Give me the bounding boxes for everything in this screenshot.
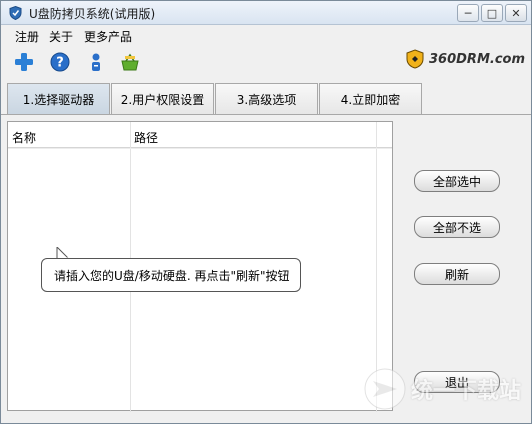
close-button[interactable]: ✕ <box>505 4 527 22</box>
menu-bar: 注册 关于 更多产品 <box>1 25 531 45</box>
watermark: 统一下载站 <box>363 367 521 411</box>
minimize-button[interactable]: ─ <box>457 4 479 22</box>
shield-icon <box>9 6 22 20</box>
basket-icon[interactable] <box>119 51 141 73</box>
select-all-button[interactable]: 全部选中 <box>414 170 500 192</box>
tab-label: 3.高级选项 <box>236 93 297 107</box>
row-separator <box>8 148 392 149</box>
button-label: 刷新 <box>444 267 469 282</box>
select-none-button[interactable]: 全部不选 <box>414 216 500 238</box>
brand-logo: 360DRM.com <box>405 49 525 69</box>
close-icon: ✕ <box>511 6 521 20</box>
watermark-text: 统一下载站 <box>410 379 521 404</box>
tab-user-permissions[interactable]: 2.用户权限设置 <box>111 83 214 115</box>
user-icon[interactable] <box>85 51 107 73</box>
button-label: 全部选中 <box>432 174 481 189</box>
tab-label: 4.立即加密 <box>340 93 401 107</box>
column-name[interactable]: 名称 <box>12 129 36 146</box>
watermark-logo-icon <box>364 368 406 410</box>
minimize-icon: ─ <box>464 6 472 20</box>
title-bar: U盘防拷贝系统(试用版) ─ □ ✕ <box>1 1 531 25</box>
hint-text: 请插入您的U盘/移动硬盘. 再点击"刷新"按钮 <box>54 268 290 283</box>
hint-tooltip: 请插入您的U盘/移动硬盘. 再点击"刷新"按钮 <box>41 258 301 292</box>
tab-advanced-options[interactable]: 3.高级选项 <box>215 83 318 115</box>
column-path[interactable]: 路径 <box>134 129 158 146</box>
tab-label: 2.用户权限设置 <box>120 93 205 107</box>
menu-about[interactable]: 关于 <box>49 28 73 45</box>
toolbar: ? 360DRM.com <box>1 45 531 77</box>
button-label: 全部不选 <box>432 220 481 235</box>
help-icon[interactable]: ? <box>49 51 71 73</box>
tab-select-drive[interactable]: 1.选择驱动器 <box>7 83 110 115</box>
refresh-button[interactable]: 刷新 <box>414 263 500 285</box>
list-header: 名称 路径 <box>8 126 392 148</box>
window-title: U盘防拷贝系统(试用版) <box>29 7 156 21</box>
tab-divider <box>1 114 531 115</box>
svg-text:?: ? <box>56 56 64 71</box>
maximize-button[interactable]: □ <box>481 4 503 22</box>
shield-logo-icon <box>406 49 424 69</box>
tab-encrypt-now[interactable]: 4.立即加密 <box>319 83 422 115</box>
menu-more-products[interactable]: 更多产品 <box>84 28 132 45</box>
add-icon[interactable] <box>13 51 35 73</box>
window-controls: ─ □ ✕ <box>457 4 527 22</box>
app-window: U盘防拷贝系统(试用版) ─ □ ✕ 注册 关于 更多产品 ? 360DRM.c… <box>0 0 532 424</box>
tab-label: 1.选择驱动器 <box>22 93 95 107</box>
brand-text: 360DRM.com <box>429 51 525 67</box>
menu-register[interactable]: 注册 <box>15 28 39 45</box>
maximize-icon: □ <box>486 6 498 20</box>
